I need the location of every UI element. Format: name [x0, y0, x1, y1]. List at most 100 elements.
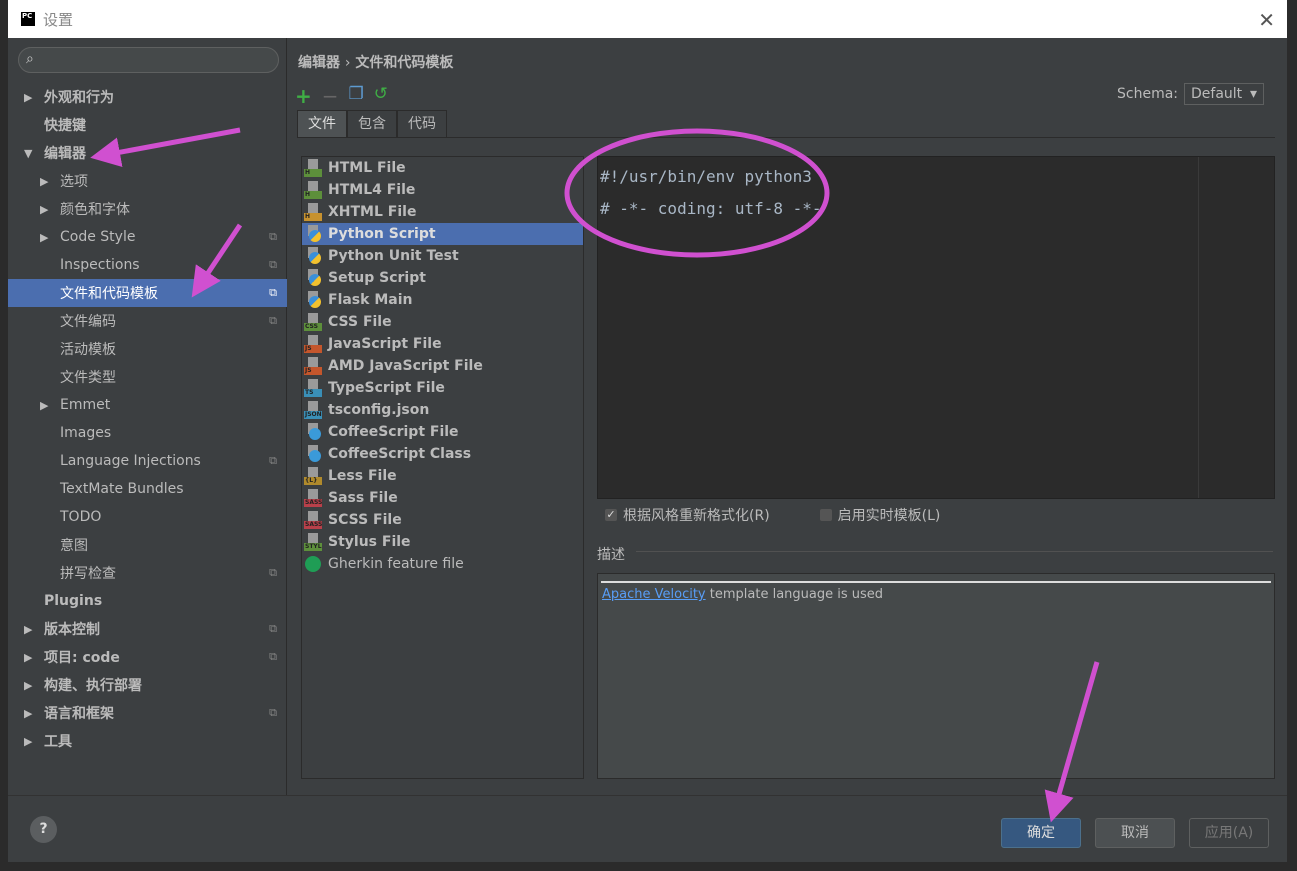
chevron-down-icon[interactable]: ▼ [24, 147, 32, 160]
sidebar-item-label: 颜色和字体 [60, 202, 130, 218]
sidebar-item[interactable]: ▶ Code Style ⧉ [8, 223, 287, 251]
sidebar-item[interactable]: Images [8, 419, 287, 447]
template-list-item[interactable]: {L} Less File [302, 465, 583, 487]
template-name: XHTML File [328, 204, 417, 220]
checkbox-checked-icon: ✓ [605, 508, 617, 521]
template-list-item[interactable]: JS AMD JavaScript File [302, 355, 583, 377]
sidebar-item[interactable]: ▶ 选项 [8, 167, 287, 195]
template-list-item[interactable]: JSON tsconfig.json [302, 399, 583, 421]
chevron-right-icon[interactable]: ▶ [40, 175, 48, 188]
apache-velocity-link[interactable]: Apache Velocity [602, 587, 706, 602]
project-copy-icon: ⧉ [269, 258, 277, 271]
sidebar-item-label: 语言和框架 [44, 706, 114, 722]
project-copy-icon: ⧉ [269, 706, 277, 719]
sidebar-item[interactable]: 拼写检查 ⧉ [8, 559, 287, 587]
close-icon[interactable]: ✕ [1258, 8, 1275, 32]
copy-icon[interactable]: ❐ [349, 84, 364, 108]
sidebar-item[interactable]: 活动模板 [8, 335, 287, 363]
sidebar-item[interactable]: ▶ 项目: code ⧉ [8, 643, 287, 671]
template-list-item[interactable]: Flask Main [302, 289, 583, 311]
add-icon[interactable]: + [295, 84, 312, 108]
sidebar-item[interactable]: 意图 [8, 531, 287, 559]
tab-files[interactable]: 文件 [297, 110, 347, 138]
sidebar-item-label: 快捷键 [44, 118, 86, 134]
file-type-icon: JSON [304, 401, 322, 419]
chevron-right-icon[interactable]: ▶ [40, 203, 48, 216]
template-list-item[interactable]: SASS SCSS File [302, 509, 583, 531]
template-list-item[interactable]: CoffeeScript Class [302, 443, 583, 465]
template-list-item[interactable]: JS JavaScript File [302, 333, 583, 355]
template-list-item[interactable]: Gherkin feature file [302, 553, 583, 575]
sidebar-item[interactable]: TODO [8, 503, 287, 531]
sidebar-item[interactable]: ▶ 版本控制 ⧉ [8, 615, 287, 643]
sidebar-item[interactable]: ▶ 构建、执行部署 [8, 671, 287, 699]
template-editor[interactable]: #!/usr/bin/env python3 # -*- coding: utf… [597, 156, 1275, 499]
sidebar-item[interactable]: 文件类型 [8, 363, 287, 391]
project-copy-icon: ⧉ [269, 622, 277, 635]
template-name: JavaScript File [328, 336, 442, 352]
sidebar-item[interactable]: Inspections ⧉ [8, 251, 287, 279]
sidebar-item[interactable]: Plugins [8, 587, 287, 615]
project-copy-icon: ⧉ [269, 454, 277, 467]
chevron-right-icon[interactable]: ▶ [24, 707, 32, 720]
tab-includes[interactable]: 包含 [347, 110, 397, 138]
sidebar-item-label: 项目: code [44, 650, 120, 666]
breadcrumb-parent[interactable]: 编辑器 [298, 55, 340, 71]
live-templates-checkbox[interactable]: 启用实时模板(L) [819, 505, 940, 525]
coffeescript-file-icon [304, 445, 322, 463]
template-name: Stylus File [328, 534, 411, 550]
template-options: ✓ 根据风格重新格式化(R) 启用实时模板(L) [605, 505, 940, 525]
reset-icon[interactable]: ↺ [374, 84, 388, 108]
template-list-item[interactable]: H XHTML File [302, 201, 583, 223]
file-type-icon: {L} [304, 467, 322, 485]
sidebar-item[interactable]: ▶ 工具 [8, 727, 287, 755]
sidebar-item[interactable]: 快捷键 [8, 111, 287, 139]
template-list-item[interactable]: H HTML File [302, 157, 583, 179]
template-toolbar: + − ❐ ↺ [295, 84, 388, 108]
ok-button[interactable]: 确定 [1001, 818, 1081, 848]
sidebar-item-label: 工具 [44, 734, 72, 750]
chevron-right-icon[interactable]: ▶ [24, 91, 32, 104]
schema-value: Default [1191, 86, 1243, 102]
sidebar-item[interactable]: 文件和代码模板 ⧉ [8, 279, 287, 307]
chevron-right-icon[interactable]: ▶ [40, 399, 48, 412]
template-list-item[interactable]: SASS Sass File [302, 487, 583, 509]
sidebar-item[interactable]: 文件编码 ⧉ [8, 307, 287, 335]
template-list-item[interactable]: CSS CSS File [302, 311, 583, 333]
description-divider [636, 551, 1273, 552]
template-list-item[interactable]: CoffeeScript File [302, 421, 583, 443]
chevron-right-icon[interactable]: ▶ [24, 623, 32, 636]
breadcrumb: 编辑器 › 文件和代码模板 [298, 52, 453, 72]
description-panel: Apache Velocity template language is use… [597, 573, 1275, 779]
remove-icon[interactable]: − [322, 84, 339, 108]
sidebar-item[interactable]: ▶ 语言和框架 ⧉ [8, 699, 287, 727]
sidebar-item[interactable]: TextMate Bundles [8, 475, 287, 503]
search-input[interactable]: ⌕ [18, 47, 279, 73]
template-name: AMD JavaScript File [328, 358, 483, 374]
chevron-right-icon[interactable]: ▶ [40, 231, 48, 244]
help-button[interactable]: ? [30, 816, 57, 843]
chevron-right-icon[interactable]: ▶ [24, 679, 32, 692]
file-type-icon: JS [304, 357, 322, 375]
tab-code[interactable]: 代码 [397, 110, 447, 138]
sidebar-item[interactable]: Language Injections ⧉ [8, 447, 287, 475]
sidebar-item[interactable]: ▶ 颜色和字体 [8, 195, 287, 223]
sidebar-item[interactable]: ▼ 编辑器 [8, 139, 287, 167]
template-name: Gherkin feature file [328, 556, 464, 572]
template-name: Setup Script [328, 270, 426, 286]
template-list-item[interactable]: STYL Stylus File [302, 531, 583, 553]
template-list-item[interactable]: Setup Script [302, 267, 583, 289]
cancel-button[interactable]: 取消 [1095, 818, 1175, 848]
reformat-checkbox[interactable]: ✓ 根据风格重新格式化(R) [605, 505, 770, 525]
apply-button[interactable]: 应用(A) [1189, 818, 1269, 848]
template-list-item[interactable]: Python Script [302, 223, 583, 245]
template-list-item[interactable]: H HTML4 File [302, 179, 583, 201]
schema-dropdown[interactable]: Default ▾ [1184, 83, 1265, 105]
chevron-right-icon[interactable]: ▶ [24, 651, 32, 664]
chevron-right-icon[interactable]: ▶ [24, 735, 32, 748]
template-list-item[interactable]: TS TypeScript File [302, 377, 583, 399]
sidebar-item[interactable]: ▶ Emmet [8, 391, 287, 419]
tab-divider [297, 137, 1275, 138]
sidebar-item[interactable]: ▶ 外观和行为 [8, 83, 287, 111]
template-list-item[interactable]: Python Unit Test [302, 245, 583, 267]
